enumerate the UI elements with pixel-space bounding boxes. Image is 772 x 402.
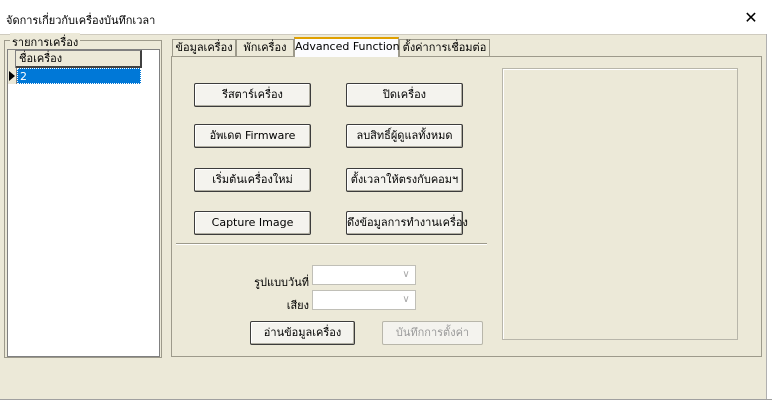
date-format-select[interactable]: ∨ xyxy=(312,265,416,285)
date-format-label: รูปแบบวันที่ xyxy=(254,276,309,289)
get-work-data-button[interactable]: ดึงข้อมูลการทำงานเครื่อง xyxy=(346,211,468,235)
update-firmware-button[interactable]: อัพเดต Firmware xyxy=(194,124,311,148)
device-grid-row[interactable]: 2 xyxy=(17,68,141,84)
device-grid-column-header[interactable]: ชื่อเครื่อง xyxy=(8,50,142,68)
device-grid[interactable] xyxy=(7,49,160,357)
remove-admin-button[interactable]: ลบสิทธิ์ผู้ดูแลทั้งหมด xyxy=(346,124,463,148)
shutdown-device-button[interactable]: ปิดเครื่อง xyxy=(346,83,463,107)
initialize-device-button[interactable]: เริ่มต้นเครื่องใหม่ xyxy=(194,168,311,192)
row-pointer-icon xyxy=(9,71,15,81)
restart-device-button[interactable]: รีสตาร์เครื่อง xyxy=(194,83,311,107)
read-device-data-button[interactable]: อ่านข้อมูลเครื่อง xyxy=(250,321,355,345)
image-preview-panel xyxy=(502,68,738,340)
capture-image-button[interactable]: Capture Image xyxy=(194,211,311,235)
window-right-edge xyxy=(766,34,772,400)
device-grid-corner xyxy=(8,50,16,68)
close-button[interactable]: ✕ xyxy=(738,8,764,28)
window-title: จัดการเกี่ยวกับเครื่องบันทึกเวลา xyxy=(6,14,156,27)
save-settings-button[interactable]: บันทึกการตั้งค่า xyxy=(382,321,483,345)
tab-device-info[interactable]: ข้อมูลเครื่อง xyxy=(172,39,236,56)
chevron-down-icon[interactable]: ∨ xyxy=(398,267,414,283)
separator xyxy=(176,243,487,245)
chevron-down-icon[interactable]: ∨ xyxy=(398,292,414,308)
tab-advanced-function[interactable]: Advanced Function xyxy=(294,37,400,57)
sync-time-button[interactable]: ตั้งเวลาให้ตรงกับคอมฯ xyxy=(346,168,463,192)
tab-standby[interactable]: พักเครื่อง xyxy=(236,39,294,56)
tab-connection-settings[interactable]: ตั้งค่าการเชื่อมต่อ xyxy=(399,39,490,56)
sound-label: เสียง xyxy=(286,299,309,312)
sound-select[interactable]: ∨ xyxy=(312,290,416,310)
